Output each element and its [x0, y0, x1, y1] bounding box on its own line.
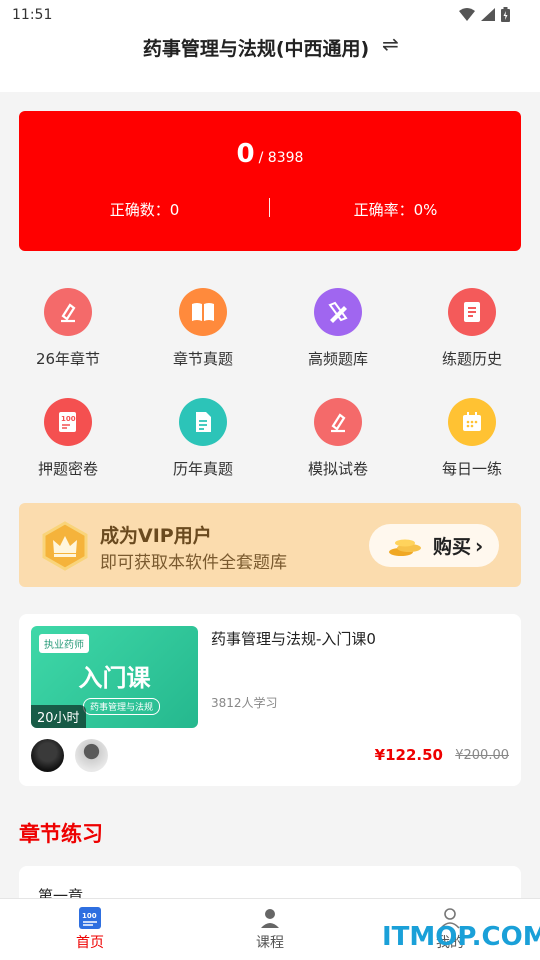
chevron-right-icon: ›	[475, 533, 484, 558]
vip-title: 成为VIP用户	[100, 525, 212, 547]
section-title: 章节练习	[19, 822, 103, 846]
grid-item-label: 高频题库	[307, 350, 368, 368]
signal-icon	[481, 8, 495, 21]
thumb-subtitle: 药事管理与法规	[83, 698, 161, 715]
status-icons	[459, 7, 510, 22]
status-time: 11:51	[12, 7, 53, 23]
thumb-tag: 执业药师	[39, 634, 89, 653]
course-title: 药事管理与法规-入门课0	[211, 630, 376, 648]
wifi-icon	[459, 8, 475, 21]
score-display: 0/ 8398	[19, 139, 521, 169]
course-price: ¥122.50	[374, 746, 443, 764]
avatar	[31, 739, 64, 772]
stats-divider	[269, 198, 270, 217]
avatar	[75, 739, 108, 772]
subject-title: 药事管理与法规(中西通用)	[142, 38, 370, 60]
grid-item-history[interactable]: 练题历史	[412, 288, 532, 369]
tab-home[interactable]: 100 首页	[0, 899, 180, 960]
coins-icon	[389, 539, 421, 556]
svg-text:100: 100	[82, 912, 97, 920]
grid-item-secret-paper[interactable]: 100 押题密卷	[8, 398, 128, 479]
course-learners: 3812人学习	[211, 696, 278, 710]
exam-paper-icon: 100	[44, 398, 92, 446]
vip-banner[interactable]: 成为VIP用户 即可获取本软件全套题库 购买 ›	[19, 503, 521, 587]
grid-item-past-exams[interactable]: 历年真题	[143, 398, 263, 479]
pencil-ruler-icon	[314, 288, 362, 336]
battery-icon	[501, 7, 510, 22]
status-bar: 11:51	[0, 0, 540, 30]
tab-courses-label: 课程	[256, 935, 284, 951]
course-card[interactable]: 执业药师 入门课 药事管理与法规 20小时 药事管理与法规-入门课0 3812人…	[19, 614, 521, 786]
grid-item-label: 押题密卷	[37, 460, 98, 478]
answered-count: 0	[236, 139, 255, 169]
grid-item-daily-practice[interactable]: 每日一练	[412, 398, 532, 479]
book-icon	[179, 288, 227, 336]
course-thumbnail[interactable]: 执业药师 入门课 药事管理与法规 20小时	[31, 626, 198, 728]
course-hours: 20小时	[31, 705, 86, 728]
grid-item-label: 模拟试卷	[307, 460, 368, 478]
crown-badge-icon	[41, 521, 89, 575]
thumb-main-text: 入门课	[78, 664, 151, 692]
teacher-icon	[261, 909, 279, 928]
correct-count: 正确数：0	[109, 201, 180, 219]
page-title[interactable]: 药事管理与法规(中西通用)	[0, 34, 540, 64]
course-old-price: ¥200.00	[455, 748, 509, 763]
tab-courses[interactable]: 课程	[180, 899, 360, 960]
correct-rate: 正确率：0%	[353, 201, 438, 219]
vip-subtitle: 即可获取本软件全套题库	[100, 553, 287, 573]
app-header: 药事管理与法规(中西通用) ⇌	[0, 30, 540, 92]
grid-item-label: 26年章节	[35, 350, 101, 368]
grid-item-label: 练题历史	[441, 350, 502, 368]
swap-icon[interactable]: ⇌	[382, 32, 399, 56]
grid-item-label: 章节真题	[172, 350, 233, 368]
watermark-text: ITMOP.COM	[382, 922, 540, 952]
grid-item-label: 历年真题	[172, 460, 233, 478]
calendar-icon	[448, 398, 496, 446]
total-count: / 8398	[258, 150, 304, 166]
grid-item-label: 每日一练	[441, 460, 502, 478]
document-icon	[179, 398, 227, 446]
buy-label: 购买	[433, 536, 472, 558]
home-icon: 100	[79, 907, 101, 929]
progress-card: 0/ 8398 正确数：0 正确率：0%	[19, 111, 521, 251]
stats-row: 正确数：0 正确率：0%	[19, 199, 521, 220]
tab-home-label: 首页	[76, 935, 104, 951]
pen-icon	[314, 398, 362, 446]
svg-text:100: 100	[61, 415, 76, 423]
grid-item-high-frequency[interactable]: 高频题库	[278, 288, 398, 369]
grid-item-chapter-2026[interactable]: 26年章节	[8, 288, 128, 369]
notebook-icon	[448, 288, 496, 336]
pen-icon	[44, 288, 92, 336]
buy-button[interactable]: 购买 ›	[369, 524, 499, 567]
grid-item-chapter-real[interactable]: 章节真题	[143, 288, 263, 369]
grid-item-mock-exam[interactable]: 模拟试卷	[278, 398, 398, 479]
